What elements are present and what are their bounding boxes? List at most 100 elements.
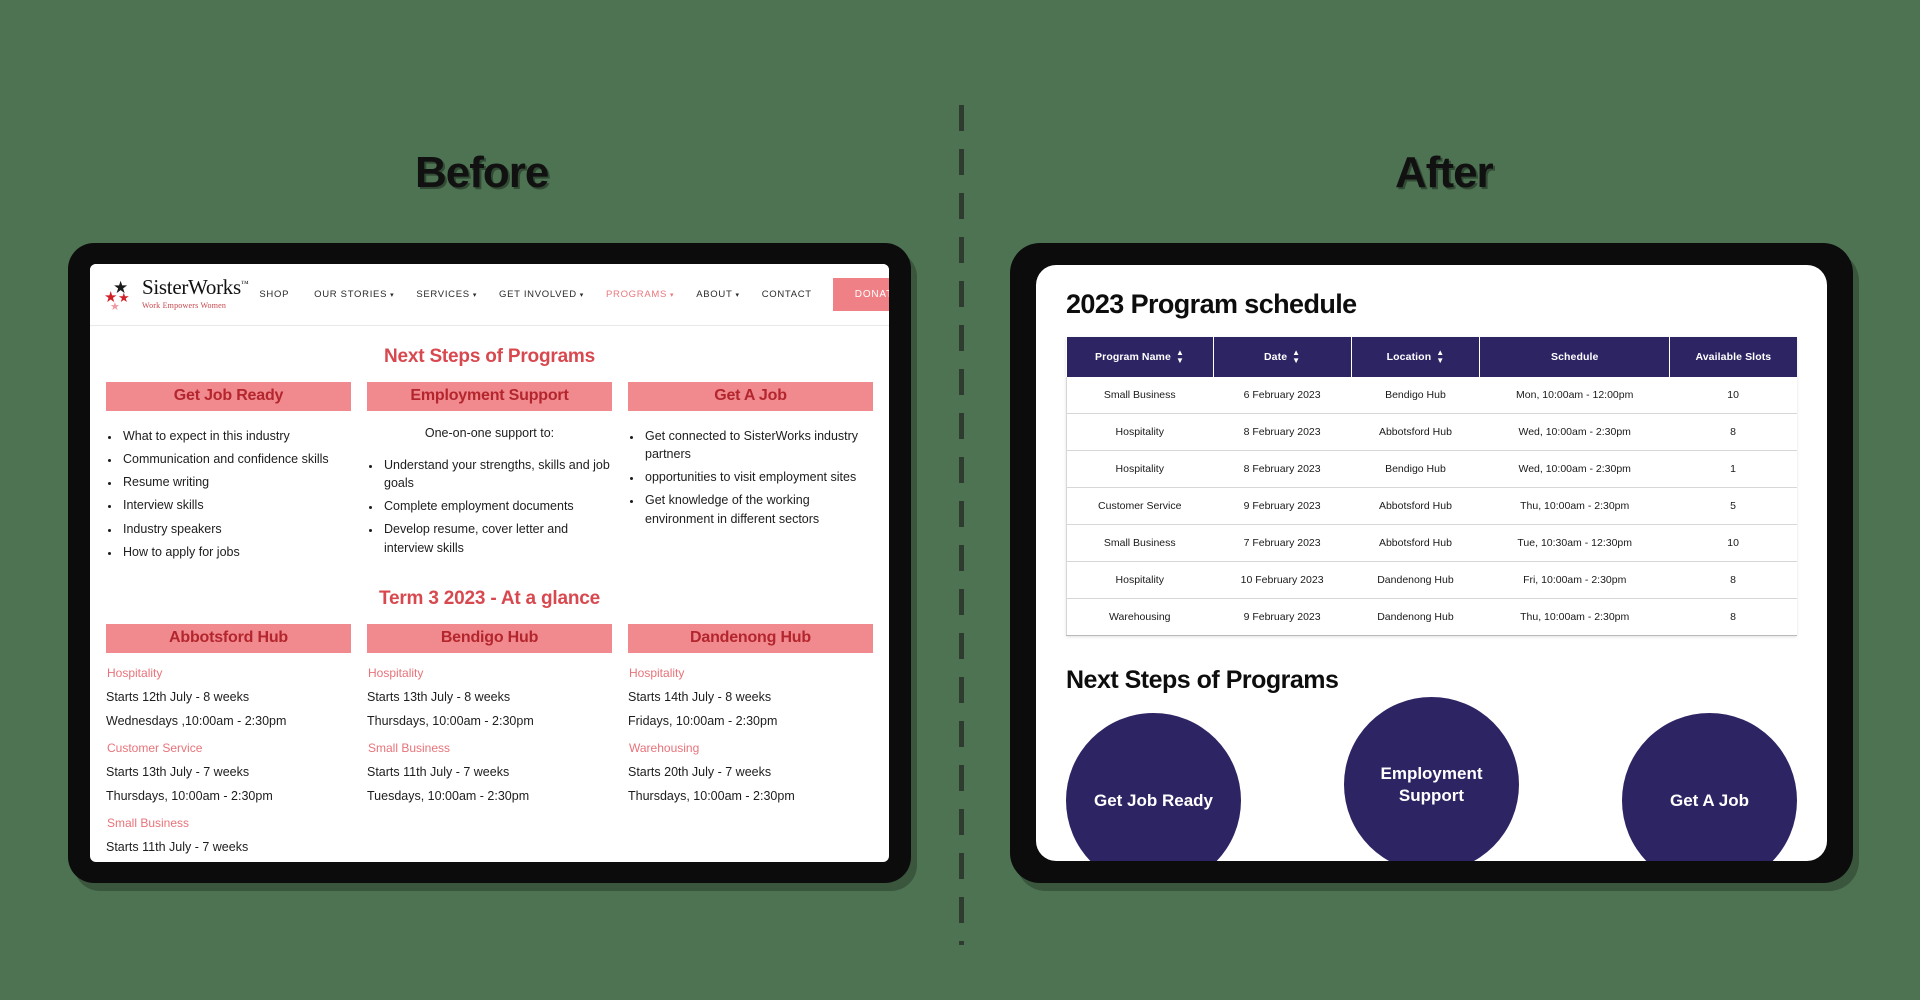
nav-item-programs[interactable]: PROGRAMS ▾ <box>595 289 685 300</box>
cell-program-name: Customer Service <box>1066 487 1214 525</box>
cell-program-name: Small Business <box>1066 377 1214 414</box>
header-label: Schedule <box>1550 351 1599 363</box>
header-label: Location <box>1386 350 1432 363</box>
column-header-schedule[interactable]: Schedule <box>1479 337 1671 377</box>
cell-available-slots: 8 <box>1669 561 1797 599</box>
cell-date: 9 February 2023 <box>1213 487 1352 525</box>
cell-location: Abbotsford Hub <box>1351 524 1480 562</box>
nav-item-services[interactable]: SERVICES ▾ <box>405 289 488 300</box>
list-item: opportunities to visit employment sites <box>642 468 873 486</box>
before-label: Before <box>415 148 549 197</box>
hub-program-time: Wednesdays ,10:00am - 2:30pm <box>106 713 287 728</box>
cell-location: Bendigo Hub <box>1351 377 1480 414</box>
nav-label: PROGRAMS <box>605 289 668 300</box>
list-item: Understand your strengths, skills and jo… <box>381 456 612 492</box>
schedule-page-title: 2023 Program schedule <box>1066 289 1357 319</box>
hub-title: Abbotsford Hub <box>106 623 351 653</box>
table-row[interactable]: Warehousing 9 February 2023 Dandenong Hu… <box>1066 598 1797 636</box>
circle-get-a-job[interactable]: Get A Job <box>1622 713 1797 861</box>
step-column-get-a-job: Get A Job Get connected to SisterWorks i… <box>628 382 873 566</box>
nav-item-shop[interactable]: SHOP <box>248 289 303 300</box>
cell-schedule: Fri, 10:00am - 2:30pm <box>1479 561 1670 599</box>
hub-program-time: Thursdays, 10:00am - 2:30pm <box>628 788 795 803</box>
list-item: Industry speakers <box>120 520 351 538</box>
before-screen: ★ ★ ★ ★ SisterWorks™ Work Empowers Women S… <box>90 264 889 862</box>
hub-program-name: Warehousing <box>629 740 700 755</box>
cell-program-name: Hospitality <box>1066 413 1214 451</box>
cell-available-slots: 8 <box>1669 598 1797 636</box>
sort-toggle-icon[interactable]: ▲ ▼ <box>1176 349 1184 365</box>
list-item: Develop resume, cover letter and intervi… <box>381 520 612 556</box>
program-schedule-table: Program Name ▲ ▼ Date ▲ ▼ Location ▲ ▼ Schedul… <box>1066 337 1797 636</box>
chevron-down-icon: ▾ <box>472 292 478 299</box>
cell-program-name: Hospitality <box>1066 450 1214 488</box>
hub-program-name: Hospitality <box>368 665 424 680</box>
step-column-employment-support: Employment Support One-on-one support to… <box>367 382 612 566</box>
next-steps-subtitle: Next Steps of Programs <box>1066 666 1339 694</box>
cell-location: Dandenong Hub <box>1351 598 1480 636</box>
chevron-down-icon: ▾ <box>735 292 740 299</box>
column-header-available-slots[interactable]: Available Slots <box>1669 337 1797 377</box>
cell-program-name: Small Business <box>1066 524 1214 562</box>
hub-columns: Abbotsford Hub Hospitality Starts 12th J… <box>106 623 873 854</box>
nav-item-about[interactable]: ABOUT ▾ <box>685 289 750 300</box>
donate-button[interactable]: DONATE <box>832 278 889 311</box>
hub-program-start: Starts 13th July - 8 weeks <box>367 689 511 704</box>
hub-program-time: Thursdays, 10:00am - 2:30pm <box>367 713 534 728</box>
nav-label: SERVICES <box>416 289 470 300</box>
circle-employment-support[interactable]: Employment Support <box>1344 697 1519 861</box>
section-divider <box>959 105 964 945</box>
sisterworks-logo[interactable]: ★ ★ ★ ★ SisterWorks™ Work Empowers Women <box>104 274 249 313</box>
hub-program-time: Tuesdays, 10:00am - 2:30pm <box>367 788 530 803</box>
header-label: Program Name <box>1095 350 1171 363</box>
trademark-icon: ™ <box>240 278 249 288</box>
hub-program-name: Hospitality <box>107 665 163 680</box>
nav-label: GET INVOLVED <box>499 289 577 300</box>
cell-location: Abbotsford Hub <box>1351 487 1480 525</box>
table-row[interactable]: Hospitality 10 February 2023 Dandenong H… <box>1066 561 1797 599</box>
list-item: Get knowledge of the working environment… <box>642 491 873 527</box>
circle-get-job-ready[interactable]: Get Job Ready <box>1066 713 1241 861</box>
after-screen: 2023 Program schedule Program Name ▲ ▼ Dat… <box>1036 265 1827 861</box>
site-content: Next Steps of Programs Get Job Ready Wha… <box>90 326 889 854</box>
nav-item-get-involved[interactable]: GET INVOLVED ▾ <box>488 289 595 300</box>
sort-toggle-icon[interactable]: ▲ ▼ <box>1436 349 1444 365</box>
nav-label: CONTACT <box>761 289 812 300</box>
chevron-down-icon: ▾ <box>579 292 584 299</box>
table-row[interactable]: Customer Service 9 February 2023 Abbotsf… <box>1066 487 1797 525</box>
hub-program-start: Starts 11th July - 7 weeks <box>367 764 510 779</box>
column-header-date[interactable]: Date ▲ ▼ <box>1213 337 1352 377</box>
nav-item-our-stories[interactable]: OUR STORIES ▾ <box>303 289 405 300</box>
table-header-row: Program Name ▲ ▼ Date ▲ ▼ Location ▲ ▼ Schedul… <box>1066 337 1797 377</box>
cell-available-slots: 10 <box>1669 524 1797 562</box>
cell-available-slots: 5 <box>1669 487 1797 525</box>
cell-location: Abbotsford Hub <box>1351 413 1480 451</box>
star-logo-icon: ★ ★ ★ ★ <box>104 277 130 313</box>
cell-schedule: Thu, 10:00am - 2:30pm <box>1479 598 1670 636</box>
step-column-get-job-ready: Get Job Ready What to expect in this ind… <box>106 382 351 566</box>
table-row[interactable]: Hospitality 8 February 2023 Bendigo Hub … <box>1066 450 1797 488</box>
column-header-location[interactable]: Location ▲ ▼ <box>1351 337 1481 377</box>
nav-item-contact[interactable]: CONTACT <box>751 289 823 300</box>
column-header-program-name[interactable]: Program Name ▲ ▼ <box>1066 337 1214 377</box>
header-label: Available Slots <box>1695 351 1772 363</box>
cell-location: Bendigo Hub <box>1351 450 1480 488</box>
cell-date: 7 February 2023 <box>1213 524 1352 562</box>
hub-title: Dandenong Hub <box>628 623 873 653</box>
logo-name-text: SisterWorks <box>142 274 241 299</box>
table-row[interactable]: Small Business 7 February 2023 Abbotsfor… <box>1066 524 1797 562</box>
list-item: Complete employment documents <box>381 497 612 515</box>
step-list: Understand your strengths, skills and jo… <box>381 456 612 557</box>
cell-schedule: Tue, 10:30am - 12:30pm <box>1479 524 1670 562</box>
table-row[interactable]: Small Business 6 February 2023 Bendigo H… <box>1066 377 1797 414</box>
step-list: Get connected to SisterWorks industry pa… <box>642 427 873 528</box>
table-row[interactable]: Hospitality 8 February 2023 Abbotsford H… <box>1066 413 1797 451</box>
list-item: Resume writing <box>120 473 351 491</box>
sort-toggle-icon[interactable]: ▲ ▼ <box>1292 349 1300 365</box>
before-tablet-frame: ★ ★ ★ ★ SisterWorks™ Work Empowers Women S… <box>68 243 911 883</box>
cell-schedule: Wed, 10:00am - 2:30pm <box>1479 413 1670 451</box>
list-item: Interview skills <box>120 496 351 514</box>
cell-date: 9 February 2023 <box>1213 598 1352 636</box>
hub-program-start: Starts 14th July - 8 weeks <box>628 689 772 704</box>
list-item: Get connected to SisterWorks industry pa… <box>642 427 873 463</box>
